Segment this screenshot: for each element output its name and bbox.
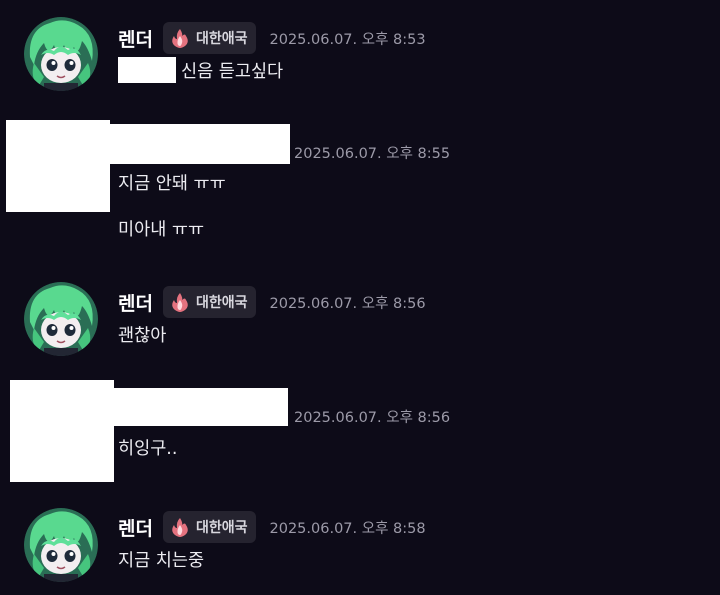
redacted-text [118,57,176,83]
message-timestamp: 2025.06.07. 오후 8:53 [269,31,426,48]
message-text: 신음 듣고싶다 [181,61,284,82]
flame-icon [169,516,191,538]
author-name[interactable]: 렌더 [118,25,153,52]
message-line: 미아내 ㅠㅠ [118,216,204,241]
avatar[interactable] [24,17,98,91]
message-line: 지금 치는중 [118,547,204,572]
author-name[interactable]: 렌더 [118,289,153,316]
message-header: 렌더 대한애국 2025.06.07. 오후 8:56 [118,285,426,319]
message-line: 괜찮아 [118,322,166,347]
message-text: 괜찮아 [118,326,167,346]
message-header: 렌더 대한애국 2025.06.07. 오후 8:58 [118,510,426,544]
badge-label: 대한애국 [195,295,248,311]
flame-icon [169,27,191,49]
message-text: 지금 안돼 ㅠㅠ [118,174,226,194]
chat-log: 렌더 대한애국 2025.06.07. 오후 8:53 신음 듣고싶다 2025… [0,0,720,595]
message-text: 히잉구.. [118,439,178,459]
message-timestamp: 2025.06.07. 오후 8:56 [294,410,451,426]
redacted-author-name [110,124,290,164]
badge-label: 대한애국 [195,31,248,47]
user-badge[interactable]: 대한애국 [162,511,256,543]
avatar[interactable] [24,282,98,356]
redacted-avatar [6,120,110,212]
avatar-image [24,282,98,356]
avatar-image [24,508,98,582]
message-text: 지금 치는중 [118,551,205,571]
message-line: 지금 안돼 ㅠㅠ [118,170,226,195]
message-line: 히잉구.. [118,435,177,460]
user-badge[interactable]: 대한애국 [162,286,256,318]
message-timestamp: 2025.06.07. 오후 8:58 [269,520,426,537]
message-line: 신음 듣고싶다 [118,57,283,83]
user-badge[interactable]: 대한애국 [162,22,256,54]
redacted-author-name [114,388,288,426]
avatar[interactable] [24,508,98,582]
author-name[interactable]: 렌더 [118,514,153,541]
message-timestamp: 2025.06.07. 오후 8:56 [269,295,426,312]
message-text: 미아내 ㅠㅠ [118,220,205,240]
redacted-avatar [10,380,114,482]
flame-icon [169,291,191,313]
badge-label: 대한애국 [195,520,248,536]
avatar-image [24,17,98,91]
message-header: 렌더 대한애국 2025.06.07. 오후 8:53 [118,21,426,55]
message-timestamp: 2025.06.07. 오후 8:55 [294,146,451,162]
